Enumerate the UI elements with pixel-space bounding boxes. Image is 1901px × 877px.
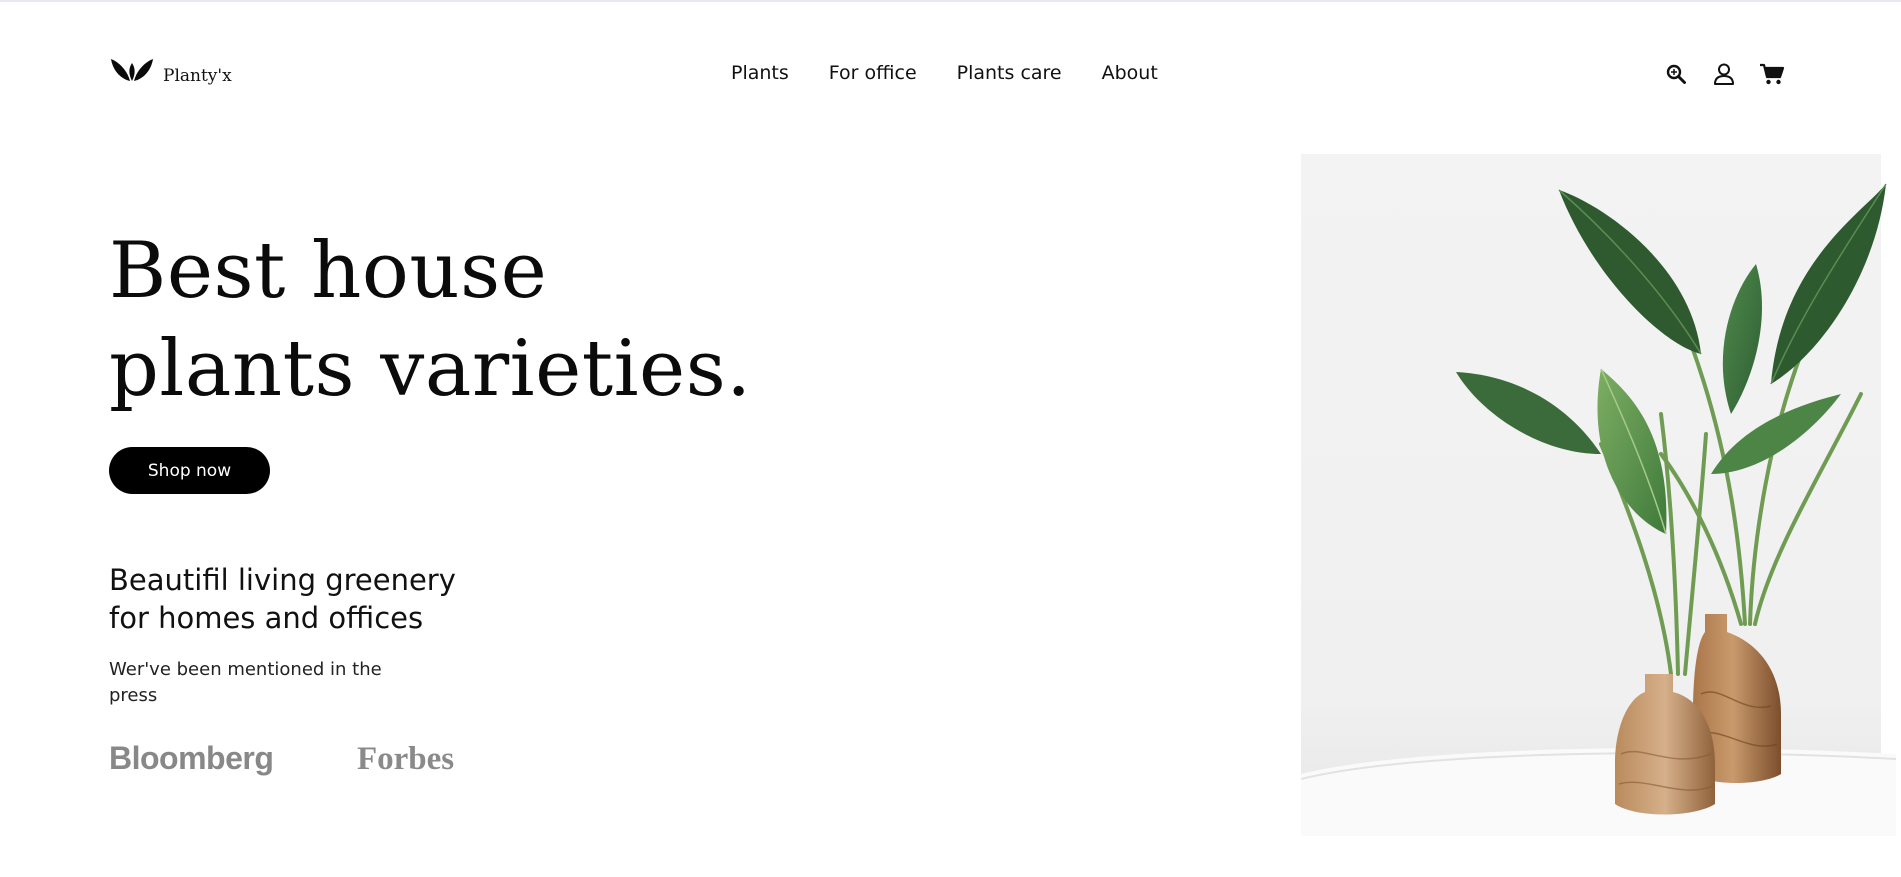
hero-tagline: Beautifil living greenery for homes and …: [109, 561, 529, 637]
main-nav: Plants For office Plants care About: [731, 62, 1158, 84]
nav-link-about[interactable]: About: [1102, 62, 1158, 84]
header-actions: [1663, 61, 1785, 87]
search-icon[interactable]: [1663, 61, 1689, 87]
leaf-logo-icon: [109, 57, 155, 87]
brand-name: Planty'x: [163, 66, 232, 86]
user-icon[interactable]: [1711, 61, 1737, 87]
hero-tagline-line-2: for homes and offices: [109, 601, 424, 635]
nav-link-for-office[interactable]: For office: [829, 62, 917, 84]
top-border: [0, 0, 1901, 2]
nav-link-plants-care[interactable]: Plants care: [957, 62, 1062, 84]
cart-icon[interactable]: [1759, 61, 1785, 87]
hero-plant-image: [1301, 154, 1896, 836]
hero-tagline-line-1: Beautifil living greenery: [109, 563, 456, 597]
bloomberg-logo: Bloomberg: [109, 740, 274, 776]
forbes-logo: Forbes: [357, 741, 455, 777]
hero-title: Best house plants varieties.: [109, 222, 752, 418]
hero-title-line-2: plants varieties.: [109, 324, 752, 414]
nav-link-plants[interactable]: Plants: [731, 62, 789, 84]
brand-logo[interactable]: Planty'x: [109, 57, 232, 87]
shop-now-button[interactable]: Shop now: [109, 447, 270, 494]
hero-title-line-1: Best house: [109, 226, 548, 316]
press-logos: Bloomberg Forbes: [109, 740, 509, 780]
press-mention-text: Wer've been mentioned in the press: [109, 659, 382, 706]
